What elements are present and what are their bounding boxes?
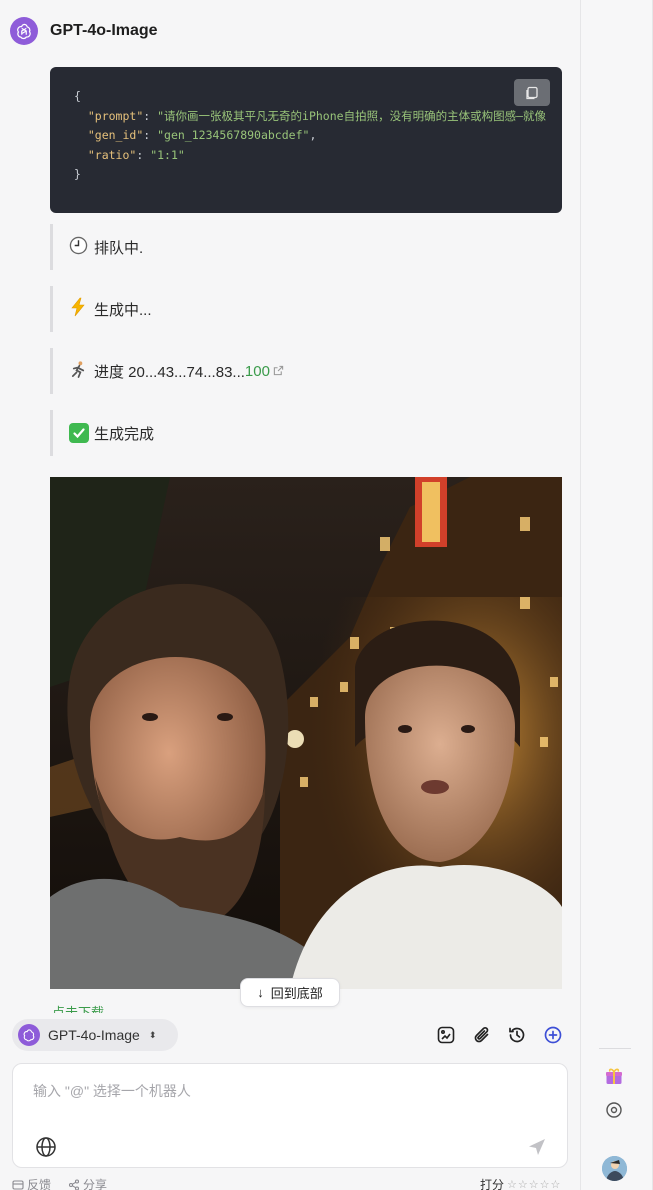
back-to-bottom-button[interactable]: ↓ 回到底部 — [240, 978, 340, 1007]
share-link[interactable]: 分享 — [68, 1176, 107, 1190]
status-text: 排队中. — [94, 239, 144, 257]
external-link-icon[interactable] — [273, 363, 284, 380]
share-label: 分享 — [83, 1178, 108, 1190]
openai-logo-icon — [18, 1024, 40, 1046]
clock-icon — [69, 236, 90, 259]
target-icon[interactable] — [605, 1101, 623, 1119]
download-link[interactable]: 点击下载 — [52, 1001, 104, 1013]
status-generating: 生成中... — [50, 286, 310, 332]
status-text: 生成完成 — [94, 425, 155, 443]
generated-image[interactable] — [50, 477, 562, 989]
bot-selector-label: GPT-4o-Image — [48, 1027, 140, 1043]
history-icon[interactable] — [506, 1024, 528, 1046]
bot-selector[interactable]: GPT-4o-Image ⬍ — [12, 1019, 178, 1051]
progress-final-link[interactable]: 100 — [245, 363, 270, 380]
right-sidebar — [580, 0, 653, 1190]
lightning-icon — [69, 297, 90, 321]
runner-icon — [69, 360, 90, 383]
chat-header: GPT-4o-Image — [10, 17, 158, 45]
progress-text: 进度 20...43...74...83... — [94, 363, 245, 381]
check-icon — [69, 423, 89, 443]
status-queue: 排队中. — [50, 224, 310, 270]
message-input[interactable]: 输入 "@" 选择一个机器人 — [12, 1063, 568, 1168]
rating-stars[interactable]: ☆☆☆☆☆ — [507, 1178, 561, 1190]
globe-icon[interactable] — [35, 1136, 57, 1158]
status-done: 生成完成 — [50, 410, 310, 456]
new-chat-icon[interactable] — [542, 1024, 564, 1046]
back-to-bottom-label: 回到底部 — [270, 986, 323, 1001]
share-icon — [68, 1178, 80, 1190]
gift-icon[interactable] — [604, 1066, 624, 1086]
sidebar-divider — [599, 1048, 631, 1049]
status-text: 生成中... — [94, 301, 152, 319]
image-edit-icon[interactable] — [435, 1024, 457, 1046]
copy-button[interactable] — [514, 79, 550, 106]
send-icon[interactable] — [527, 1137, 549, 1159]
openai-logo-icon[interactable] — [10, 17, 38, 45]
feedback-link[interactable]: 反馈 — [12, 1176, 51, 1190]
feedback-icon — [12, 1179, 24, 1190]
updown-icon: ⬍ — [148, 1030, 157, 1040]
bot-title: GPT-4o-Image — [50, 22, 158, 39]
code-content[interactable]: { "prompt": "请你画一张极其平凡无奇的iPhone自拍照，没有明确的… — [74, 87, 546, 185]
input-placeholder: 输入 "@" 选择一个机器人 — [33, 1083, 191, 1099]
chat-main: GPT-4o-Image { "prompt": "请你画一张极其平凡无奇的iP… — [0, 0, 580, 1190]
rate-label: 打分 — [480, 1178, 505, 1190]
rating: 打分 ☆☆☆☆☆ — [480, 1176, 561, 1190]
user-avatar[interactable] — [602, 1156, 627, 1181]
status-progress: 进度 20...43...74...83... 100 — [50, 348, 310, 394]
attachment-icon[interactable] — [471, 1024, 493, 1046]
feedback-label: 反馈 — [27, 1178, 52, 1190]
code-block: { "prompt": "请你画一张极其平凡无奇的iPhone自拍照，没有明确的… — [50, 67, 562, 213]
copy-icon — [526, 86, 538, 99]
arrow-down-icon: ↓ — [257, 985, 264, 1000]
